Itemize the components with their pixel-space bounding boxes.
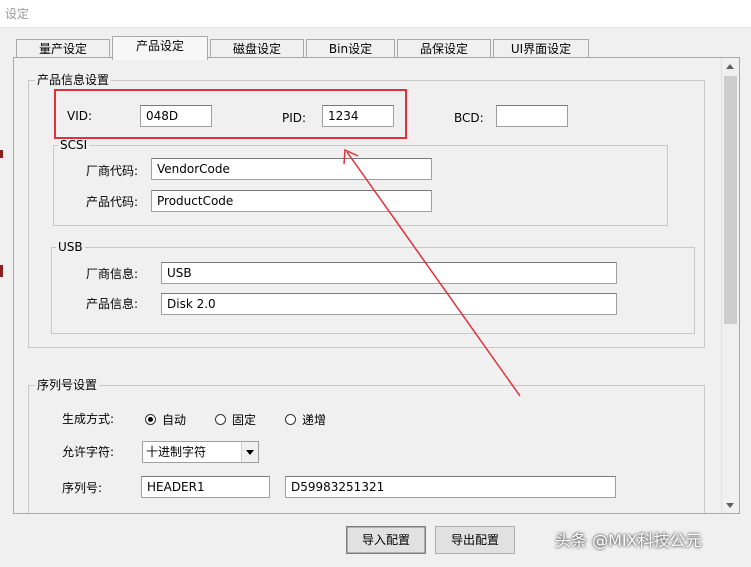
scsi-product-label: 产品代码: bbox=[86, 195, 139, 209]
export-config-button[interactable]: 导出配置 bbox=[435, 526, 515, 554]
tab-strip: 量产设定 产品设定 磁盘设定 Bin设定 品保设定 UI界面设定 bbox=[16, 36, 596, 60]
radio-fixed[interactable]: 固定 bbox=[215, 411, 256, 428]
radio-auto-label: 自动 bbox=[162, 413, 187, 427]
bcd-label: BCD: bbox=[454, 111, 484, 125]
tab-bin[interactable]: Bin设定 bbox=[306, 39, 395, 59]
left-edge-mark bbox=[0, 150, 3, 158]
scroll-down-icon[interactable] bbox=[722, 496, 739, 513]
scroll-up-icon[interactable] bbox=[722, 58, 739, 75]
usb-product-label: 产品信息: bbox=[86, 297, 139, 311]
tab-quality[interactable]: 品保设定 bbox=[397, 39, 491, 59]
scsi-group: SCSI 厂商代码: VendorCode 产品代码: ProductCode bbox=[53, 138, 668, 226]
tab-ui[interactable]: UI界面设定 bbox=[493, 39, 589, 59]
tab-disk[interactable]: 磁盘设定 bbox=[210, 39, 304, 59]
annotation-highlight-box bbox=[54, 89, 407, 139]
left-edge-mark bbox=[0, 265, 3, 277]
usb-group-label: USB bbox=[56, 240, 85, 254]
charset-select-value: 十进制字符 bbox=[146, 445, 207, 459]
serial-group-label: 序列号设置 bbox=[35, 378, 100, 392]
scsi-group-label: SCSI bbox=[58, 138, 90, 152]
radio-auto[interactable]: 自动 bbox=[145, 411, 186, 428]
serial-label: 序列号: bbox=[62, 481, 103, 495]
serial-group: 序列号设置 生成方式: 自动 固定 递增 允许字符: 十进制字符 序列号: HE… bbox=[28, 378, 705, 513]
window-title: 设定 bbox=[5, 7, 30, 21]
tab-product[interactable]: 产品设定 bbox=[112, 36, 208, 60]
usb-product-input[interactable]: Disk 2.0 bbox=[161, 293, 617, 315]
scsi-vendor-label: 厂商代码: bbox=[86, 164, 139, 178]
radio-fixed-label: 固定 bbox=[232, 413, 257, 427]
product-info-group-label: 产品信息设置 bbox=[35, 73, 112, 87]
title-bar: 设定 bbox=[0, 0, 751, 28]
serial-prefix-input[interactable]: HEADER1 bbox=[141, 476, 270, 498]
radio-increment[interactable]: 递增 bbox=[285, 411, 326, 428]
scsi-vendor-input[interactable]: VendorCode bbox=[151, 158, 432, 180]
charset-label: 允许字符: bbox=[62, 445, 115, 459]
usb-vendor-input[interactable]: USB bbox=[161, 262, 617, 284]
import-config-button[interactable]: 导入配置 bbox=[346, 526, 426, 554]
charset-select[interactable]: 十进制字符 bbox=[142, 441, 259, 463]
scroll-thumb[interactable] bbox=[724, 76, 737, 324]
scsi-product-input[interactable]: ProductCode bbox=[151, 190, 432, 212]
usb-vendor-label: 厂商信息: bbox=[86, 267, 139, 281]
serial-number-input[interactable]: D59983251321 bbox=[285, 476, 616, 498]
serial-mode-label: 生成方式: bbox=[62, 412, 115, 426]
radio-fixed-indicator[interactable] bbox=[215, 414, 226, 425]
radio-increment-label: 递增 bbox=[302, 413, 327, 427]
vertical-scrollbar[interactable] bbox=[721, 58, 739, 513]
chevron-down-icon[interactable] bbox=[241, 442, 258, 462]
bcd-input[interactable] bbox=[496, 105, 568, 127]
tab-mass-production[interactable]: 量产设定 bbox=[16, 39, 110, 59]
radio-auto-indicator[interactable] bbox=[145, 414, 156, 425]
watermark: 头条 @MIX科技公元 bbox=[555, 531, 702, 550]
usb-group: USB 厂商信息: USB 产品信息: Disk 2.0 bbox=[51, 240, 695, 334]
radio-increment-indicator[interactable] bbox=[285, 414, 296, 425]
